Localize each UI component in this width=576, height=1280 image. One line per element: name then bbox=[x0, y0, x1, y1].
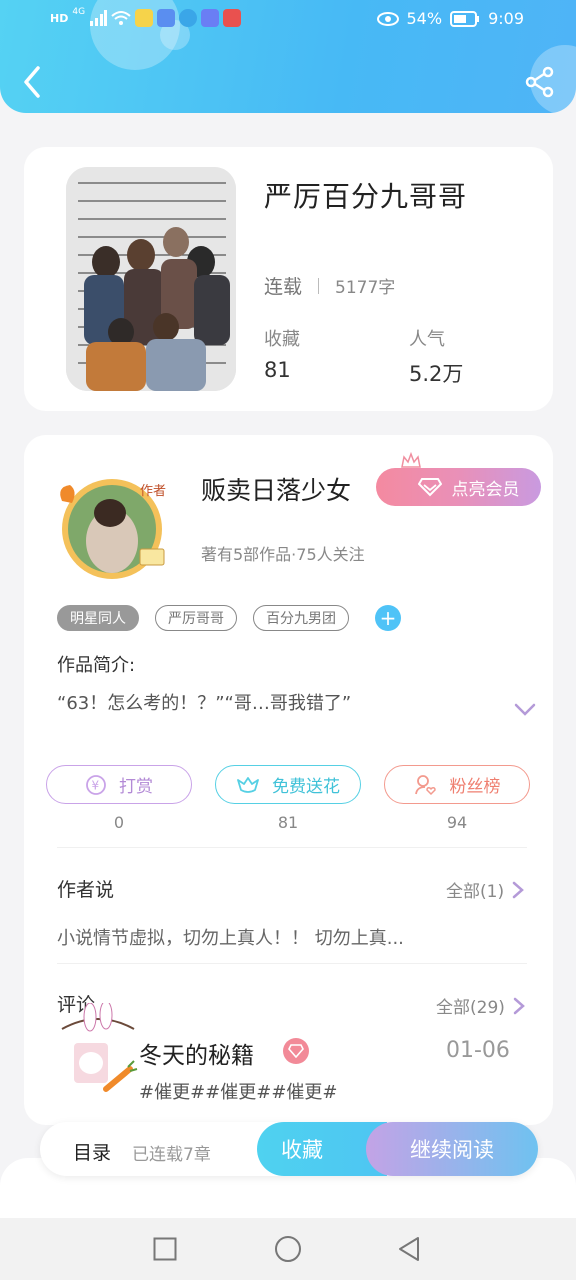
clock: 9:09 bbox=[488, 9, 524, 28]
tip-count: 0 bbox=[113, 813, 125, 832]
app-notification-icon bbox=[157, 9, 176, 27]
author-name[interactable]: 贩卖日落少女 bbox=[201, 471, 351, 507]
send-flower-button[interactable]: 免费送花 bbox=[215, 765, 361, 804]
comment-date: 01-06 bbox=[446, 1038, 510, 1063]
fan-ranking-label: 粉丝榜 bbox=[449, 777, 501, 797]
signal-icon bbox=[90, 10, 108, 26]
flower-icon bbox=[237, 776, 259, 793]
send-flower-label: 免费送花 bbox=[272, 777, 340, 797]
continue-reading-button[interactable]: 继续阅读 bbox=[366, 1122, 538, 1176]
tag-item[interactable]: 明星同人 bbox=[57, 605, 139, 631]
book-detail-card: 作者 贩卖日落少女 点亮会员 著有5部作品·75人关注 明星同人 严厉哥哥 百分… bbox=[24, 435, 553, 1125]
word-count: 5177字 bbox=[335, 278, 396, 298]
tag-list: 明星同人 严厉哥哥 百分九男团 + bbox=[57, 605, 401, 631]
share-icon[interactable] bbox=[524, 66, 556, 98]
tip-label: 打赏 bbox=[119, 777, 153, 797]
author-says-more-link[interactable]: 全部(1) bbox=[446, 877, 524, 902]
author-avatar[interactable]: 作者 bbox=[42, 471, 182, 581]
battery-percent: 54% bbox=[406, 9, 443, 28]
tip-button[interactable]: ¥ 打赏 bbox=[46, 765, 192, 804]
commenter-avatar[interactable] bbox=[58, 1000, 138, 1099]
favorites-value: 81 bbox=[264, 358, 291, 382]
favorites-label: 收藏 bbox=[264, 329, 300, 350]
tag-item[interactable]: 百分九男团 bbox=[253, 605, 349, 631]
intro-text: “63！怎么考的！？”“哥…哥我错了” bbox=[57, 693, 352, 714]
user-heart-icon bbox=[414, 774, 436, 795]
comments-more-link[interactable]: 全部(29) bbox=[436, 993, 525, 1018]
system-nav-bar bbox=[0, 1218, 576, 1280]
hd-label: HD bbox=[50, 11, 69, 25]
recent-apps-icon[interactable] bbox=[153, 1237, 177, 1261]
yen-coin-icon: ¥ bbox=[86, 774, 106, 795]
serial-status: 连载 bbox=[264, 276, 303, 298]
status-bar: HD 4G 54% 9:09 bbox=[0, 0, 576, 40]
book-cover-image[interactable] bbox=[66, 167, 236, 391]
taobao-icon bbox=[223, 9, 242, 27]
book-title: 严厉百分九哥哥 bbox=[264, 180, 468, 213]
book-meta: 连载 5177字 bbox=[264, 272, 395, 299]
chevron-right-icon bbox=[512, 881, 524, 898]
tag-item[interactable]: 严厉哥哥 bbox=[155, 605, 237, 631]
vip-button[interactable]: 点亮会员 bbox=[376, 468, 541, 506]
collect-label: 收藏 bbox=[281, 1138, 323, 1162]
continue-reading-label: 继续阅读 bbox=[410, 1138, 494, 1162]
app-notification-icon bbox=[135, 9, 154, 27]
popularity-value: 5.2万 bbox=[409, 362, 464, 386]
book-info-card: 严厉百分九哥哥 连载 5177字 收藏 81 人气 5.2万 bbox=[24, 147, 553, 411]
battery-icon bbox=[450, 10, 480, 27]
header: HD 4G 54% 9:09 bbox=[0, 0, 576, 113]
wifi-icon bbox=[111, 11, 131, 25]
message-icon bbox=[179, 9, 198, 27]
back-nav-icon[interactable] bbox=[397, 1236, 421, 1262]
vip-label: 点亮会员 bbox=[451, 479, 520, 500]
back-arrow-icon[interactable] bbox=[18, 64, 48, 100]
intro-label: 作品简介: bbox=[57, 655, 136, 676]
diamond-icon bbox=[417, 478, 442, 497]
add-tag-button[interactable]: + bbox=[375, 605, 401, 631]
fan-count: 94 bbox=[446, 813, 468, 832]
comments-more-label: 全部(29) bbox=[436, 998, 505, 1018]
chevron-right-icon bbox=[513, 997, 525, 1014]
chapter-status: 已连载7章 bbox=[132, 1145, 211, 1165]
eye-icon bbox=[376, 11, 399, 26]
author-info: 著有5部作品·75人关注 bbox=[201, 545, 365, 564]
divider bbox=[318, 277, 320, 294]
toc-button[interactable]: 目录 bbox=[73, 1138, 111, 1165]
author-note[interactable]: 小说情节虚拟，切勿上真人！！ 切勿上真... bbox=[57, 924, 404, 950]
home-icon[interactable] bbox=[274, 1235, 302, 1263]
network-label: 4G bbox=[72, 7, 86, 17]
svg-text:¥: ¥ bbox=[92, 778, 100, 792]
music-icon bbox=[201, 9, 220, 27]
comment-text[interactable]: #催更##催更##催更# bbox=[139, 1078, 338, 1104]
author-badge-text: 作者 bbox=[140, 484, 166, 499]
chevron-down-icon[interactable] bbox=[514, 703, 536, 717]
vip-badge-icon bbox=[283, 1038, 309, 1064]
divider bbox=[57, 847, 527, 848]
flower-count: 81 bbox=[277, 813, 299, 832]
fan-ranking-button[interactable]: 粉丝榜 bbox=[384, 765, 530, 804]
popularity-label: 人气 bbox=[409, 329, 445, 350]
divider bbox=[57, 963, 527, 964]
author-says-more-label: 全部(1) bbox=[446, 882, 505, 902]
commenter-name[interactable]: 冬天的秘籍 bbox=[139, 1036, 254, 1070]
author-says-title: 作者说 bbox=[57, 879, 115, 901]
bottom-action-bar: 目录 已连载7章 收藏 继续阅读 bbox=[40, 1122, 538, 1176]
